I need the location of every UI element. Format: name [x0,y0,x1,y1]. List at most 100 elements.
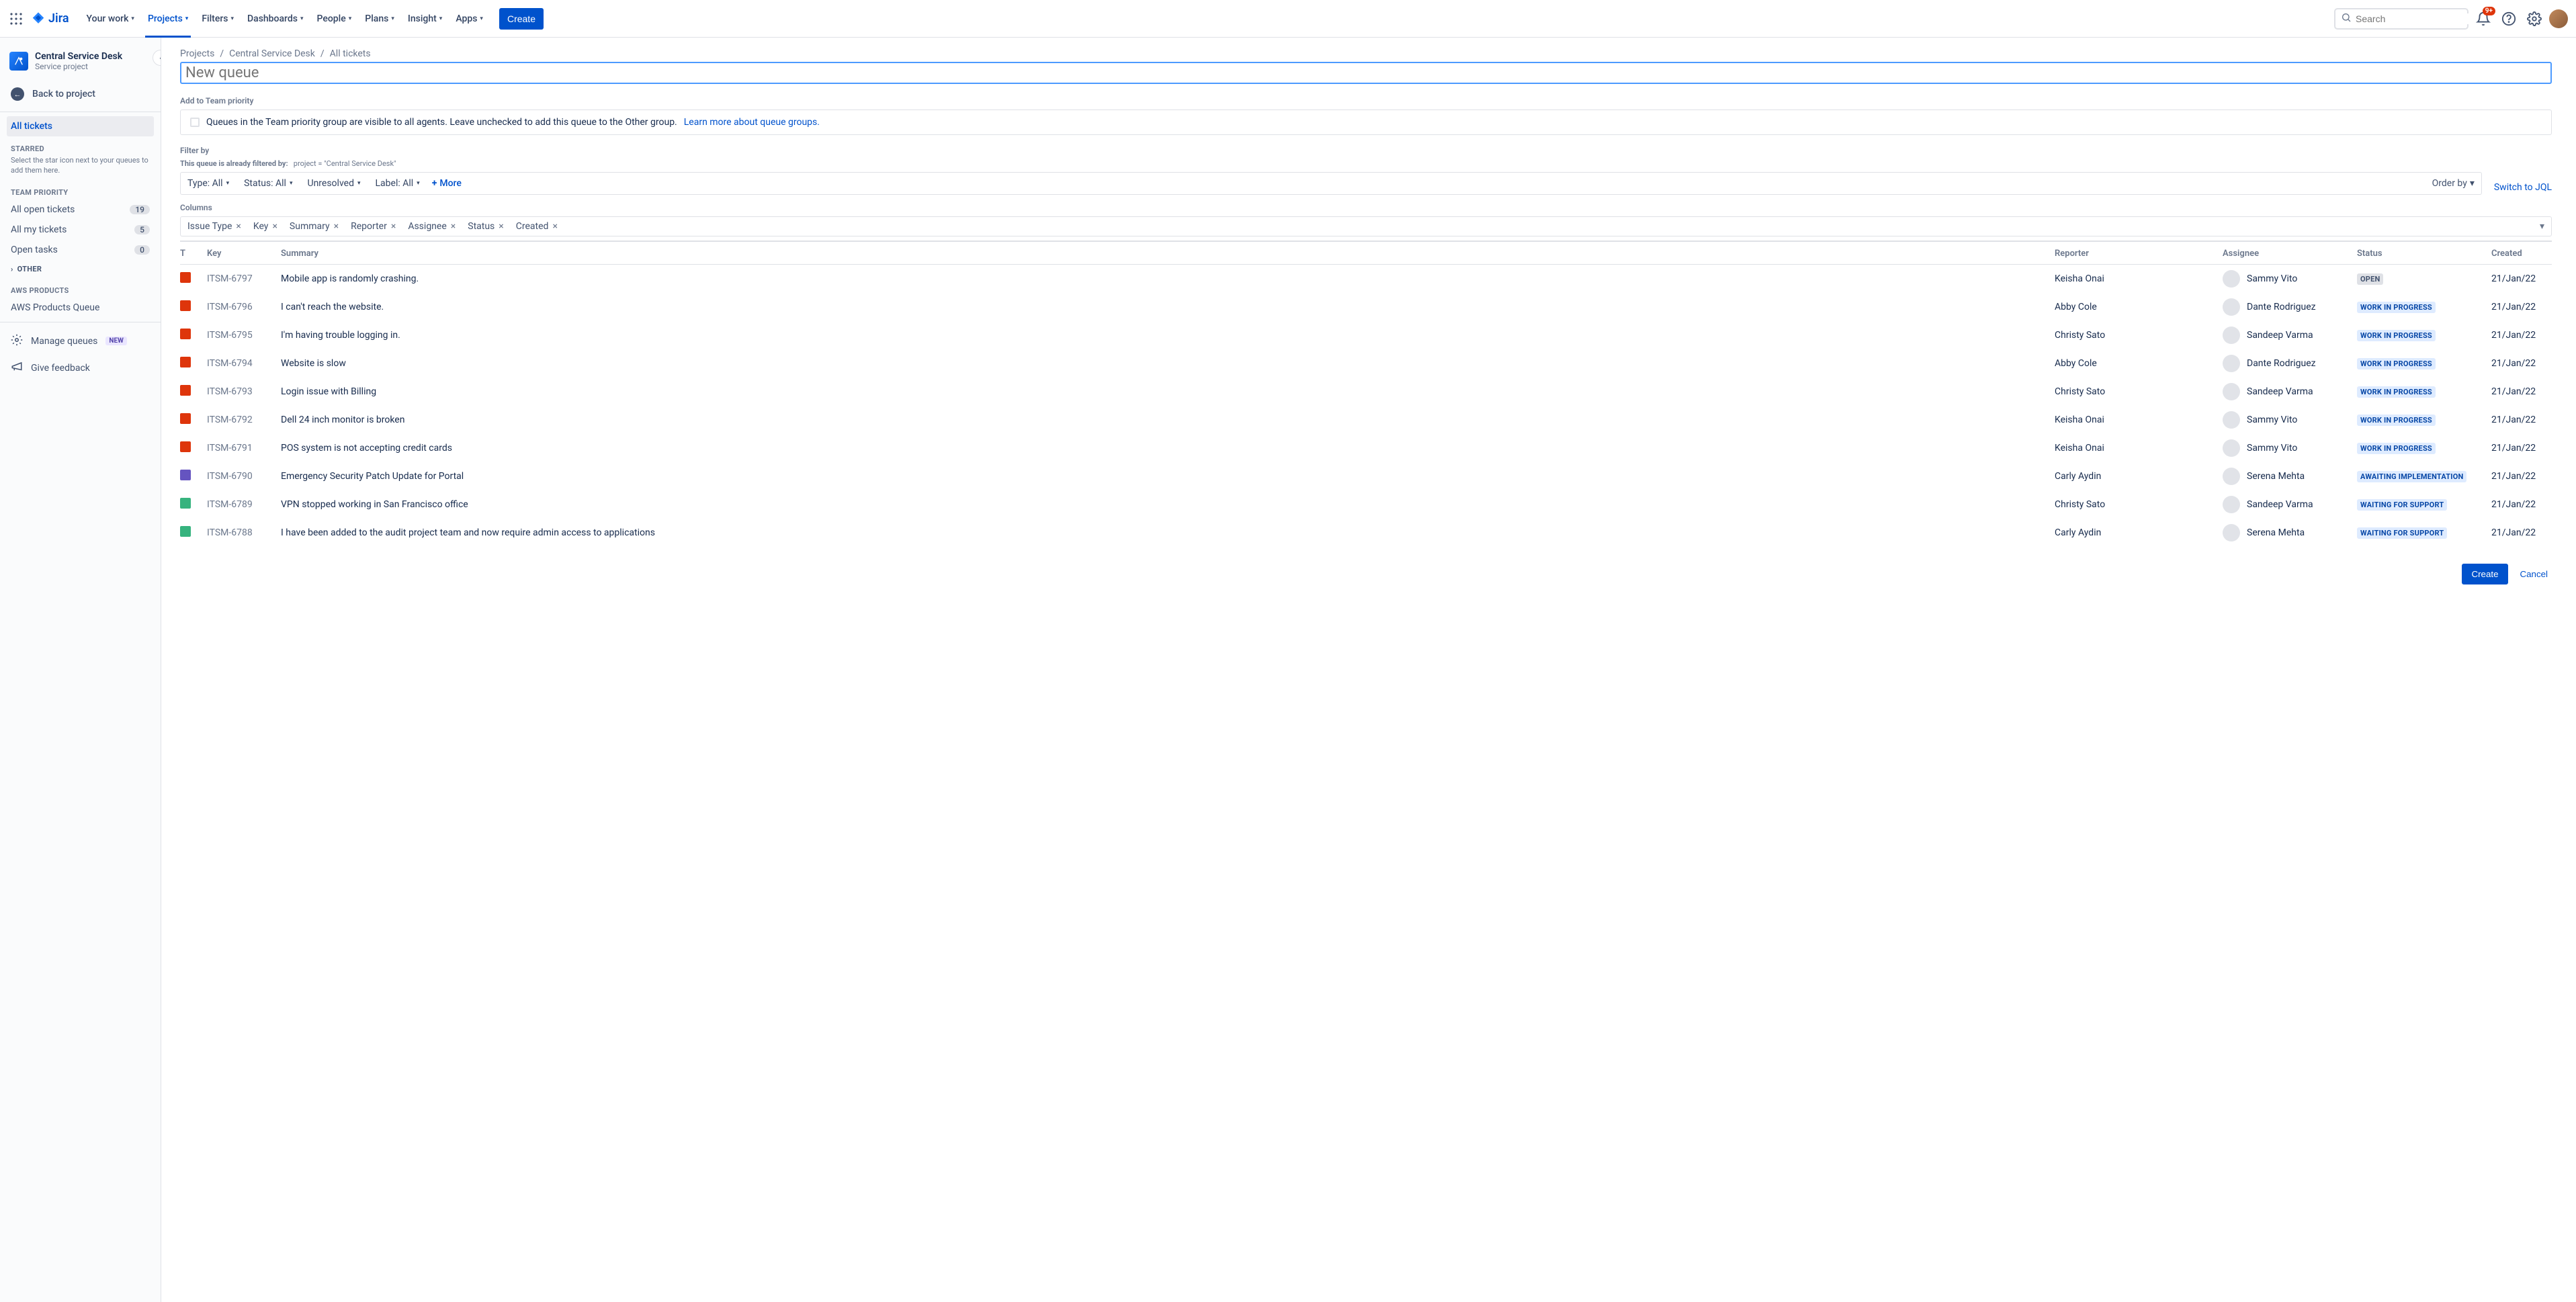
nav-item-projects[interactable]: Projects▾ [141,8,195,30]
assignee[interactable]: Sammy Vito [2223,439,2357,457]
assignee[interactable]: Serena Mehta [2223,468,2357,485]
give-feedback[interactable]: Give feedback [7,355,154,382]
issue-type-icon[interactable] [180,357,191,367]
col-created[interactable]: Created [2491,249,2552,259]
assignee[interactable]: Serena Mehta [2223,524,2357,541]
sidebar-item-open-tasks[interactable]: Open tasks0 [7,240,154,260]
notifications-icon[interactable]: 9+ [2473,8,2494,30]
issue-type-icon[interactable] [180,329,191,339]
status-lozenge[interactable]: WAITING FOR SUPPORT [2357,527,2447,539]
column-chip[interactable]: Key× [253,221,277,232]
breadcrumb-project[interactable]: Central Service Desk [229,48,315,59]
filter-more[interactable]: +More [432,178,462,189]
issue-key[interactable]: ITSM-6788 [207,527,281,538]
issue-summary[interactable]: Dell 24 inch monitor is broken [281,415,2055,425]
nav-item-your-work[interactable]: Your work▾ [80,8,141,30]
order-by[interactable]: Order by ▾ [2432,178,2475,189]
status-lozenge[interactable]: WORK IN PROGRESS [2357,302,2436,313]
column-chip[interactable]: Issue Type× [187,221,241,232]
reporter[interactable]: Abby Cole [2055,302,2223,312]
reporter[interactable]: Abby Cole [2055,358,2223,369]
switch-to-jql[interactable]: Switch to JQL [2494,182,2552,193]
reporter[interactable]: Christy Sato [2055,330,2223,341]
issue-summary[interactable]: VPN stopped working in San Francisco off… [281,499,2055,510]
footer-create-button[interactable]: Create [2462,564,2507,584]
footer-cancel-button[interactable]: Cancel [2516,564,2552,584]
sidebar-item-all-my-tickets[interactable]: All my tickets5 [7,220,154,240]
filter-chip[interactable]: Unresolved ▾ [307,178,360,189]
column-chip[interactable]: Created× [516,221,558,232]
search-input[interactable] [2356,13,2477,24]
jira-logo[interactable]: Jira [31,11,69,26]
issue-summary[interactable]: I'm having trouble logging in. [281,330,2055,341]
status-lozenge[interactable]: WORK IN PROGRESS [2357,386,2436,398]
assignee[interactable]: Sandeep Varma [2223,383,2357,400]
status-lozenge[interactable]: WORK IN PROGRESS [2357,443,2436,454]
assignee[interactable]: Sammy Vito [2223,270,2357,288]
filter-chip[interactable]: Type: All ▾ [187,178,229,189]
filter-chip[interactable]: Status: All ▾ [244,178,292,189]
nav-item-people[interactable]: People▾ [310,8,359,30]
status-lozenge[interactable]: OPEN [2357,273,2383,285]
remove-icon[interactable]: × [451,221,456,232]
issue-summary[interactable]: I can't reach the website. [281,302,2055,312]
col-reporter[interactable]: Reporter [2055,249,2223,259]
issue-type-icon[interactable] [180,272,191,283]
queue-name-input[interactable] [180,62,2552,84]
columns-expand-icon[interactable]: ▾ [2540,221,2544,232]
nav-item-insight[interactable]: Insight▾ [401,8,449,30]
status-lozenge[interactable]: WAITING FOR SUPPORT [2357,499,2447,511]
reporter[interactable]: Christy Sato [2055,386,2223,397]
column-chip[interactable]: Status× [468,221,504,232]
reporter[interactable]: Carly Aydin [2055,471,2223,482]
remove-icon[interactable]: × [391,221,396,232]
sidebar-item-all-open-tickets[interactable]: All open tickets19 [7,200,154,220]
issue-type-icon[interactable] [180,526,191,537]
issue-key[interactable]: ITSM-6797 [207,273,281,284]
issue-type-icon[interactable] [180,470,191,480]
issue-key[interactable]: ITSM-6795 [207,330,281,341]
create-button[interactable]: Create [499,8,544,30]
breadcrumb-projects[interactable]: Projects [180,48,214,59]
reporter[interactable]: Keisha Onai [2055,273,2223,284]
project-header[interactable]: Central Service Desk Service project [7,48,154,81]
sidebar-item-aws-queue[interactable]: AWS Products Queue [7,298,154,318]
back-to-project[interactable]: ← Back to project [7,81,154,107]
reporter[interactable]: Keisha Onai [2055,415,2223,425]
issue-summary[interactable]: Mobile app is randomly crashing. [281,273,2055,284]
issue-key[interactable]: ITSM-6793 [207,386,281,397]
col-type[interactable]: T [180,249,207,259]
learn-more-link[interactable]: Learn more about queue groups. [684,117,820,128]
status-lozenge[interactable]: WORK IN PROGRESS [2357,330,2436,341]
sidebar-item-other[interactable]: › OTHER [7,260,154,278]
col-key[interactable]: Key [207,249,281,259]
issue-key[interactable]: ITSM-6796 [207,302,281,312]
issue-summary[interactable]: Login issue with Billing [281,386,2055,397]
issue-type-icon[interactable] [180,300,191,311]
column-chip[interactable]: Summary× [290,221,339,232]
app-switcher-icon[interactable] [8,11,24,27]
manage-queues[interactable]: Manage queues NEW [7,328,154,355]
status-lozenge[interactable]: AWAITING IMPLEMENTATION [2357,471,2466,482]
remove-icon[interactable]: × [236,221,241,232]
issue-key[interactable]: ITSM-6789 [207,499,281,510]
team-priority-checkbox[interactable] [190,118,200,127]
issue-type-icon[interactable] [180,441,191,452]
nav-item-plans[interactable]: Plans▾ [358,8,401,30]
issue-summary[interactable]: POS system is not accepting credit cards [281,443,2055,453]
issue-summary[interactable]: Website is slow [281,358,2055,369]
assignee[interactable]: Dante Rodriguez [2223,355,2357,372]
remove-icon[interactable]: × [552,221,557,232]
nav-item-filters[interactable]: Filters▾ [195,8,241,30]
col-status[interactable]: Status [2357,249,2491,259]
issue-type-icon[interactable] [180,498,191,509]
column-chip[interactable]: Reporter× [351,221,396,232]
issue-type-icon[interactable] [180,385,191,396]
reporter[interactable]: Christy Sato [2055,499,2223,510]
search-box[interactable] [2334,8,2468,30]
assignee[interactable]: Sandeep Varma [2223,496,2357,513]
remove-icon[interactable]: × [272,221,277,232]
issue-summary[interactable]: Emergency Security Patch Update for Port… [281,471,2055,482]
reporter[interactable]: Keisha Onai [2055,443,2223,453]
filter-chip[interactable]: Label: All ▾ [376,178,420,189]
